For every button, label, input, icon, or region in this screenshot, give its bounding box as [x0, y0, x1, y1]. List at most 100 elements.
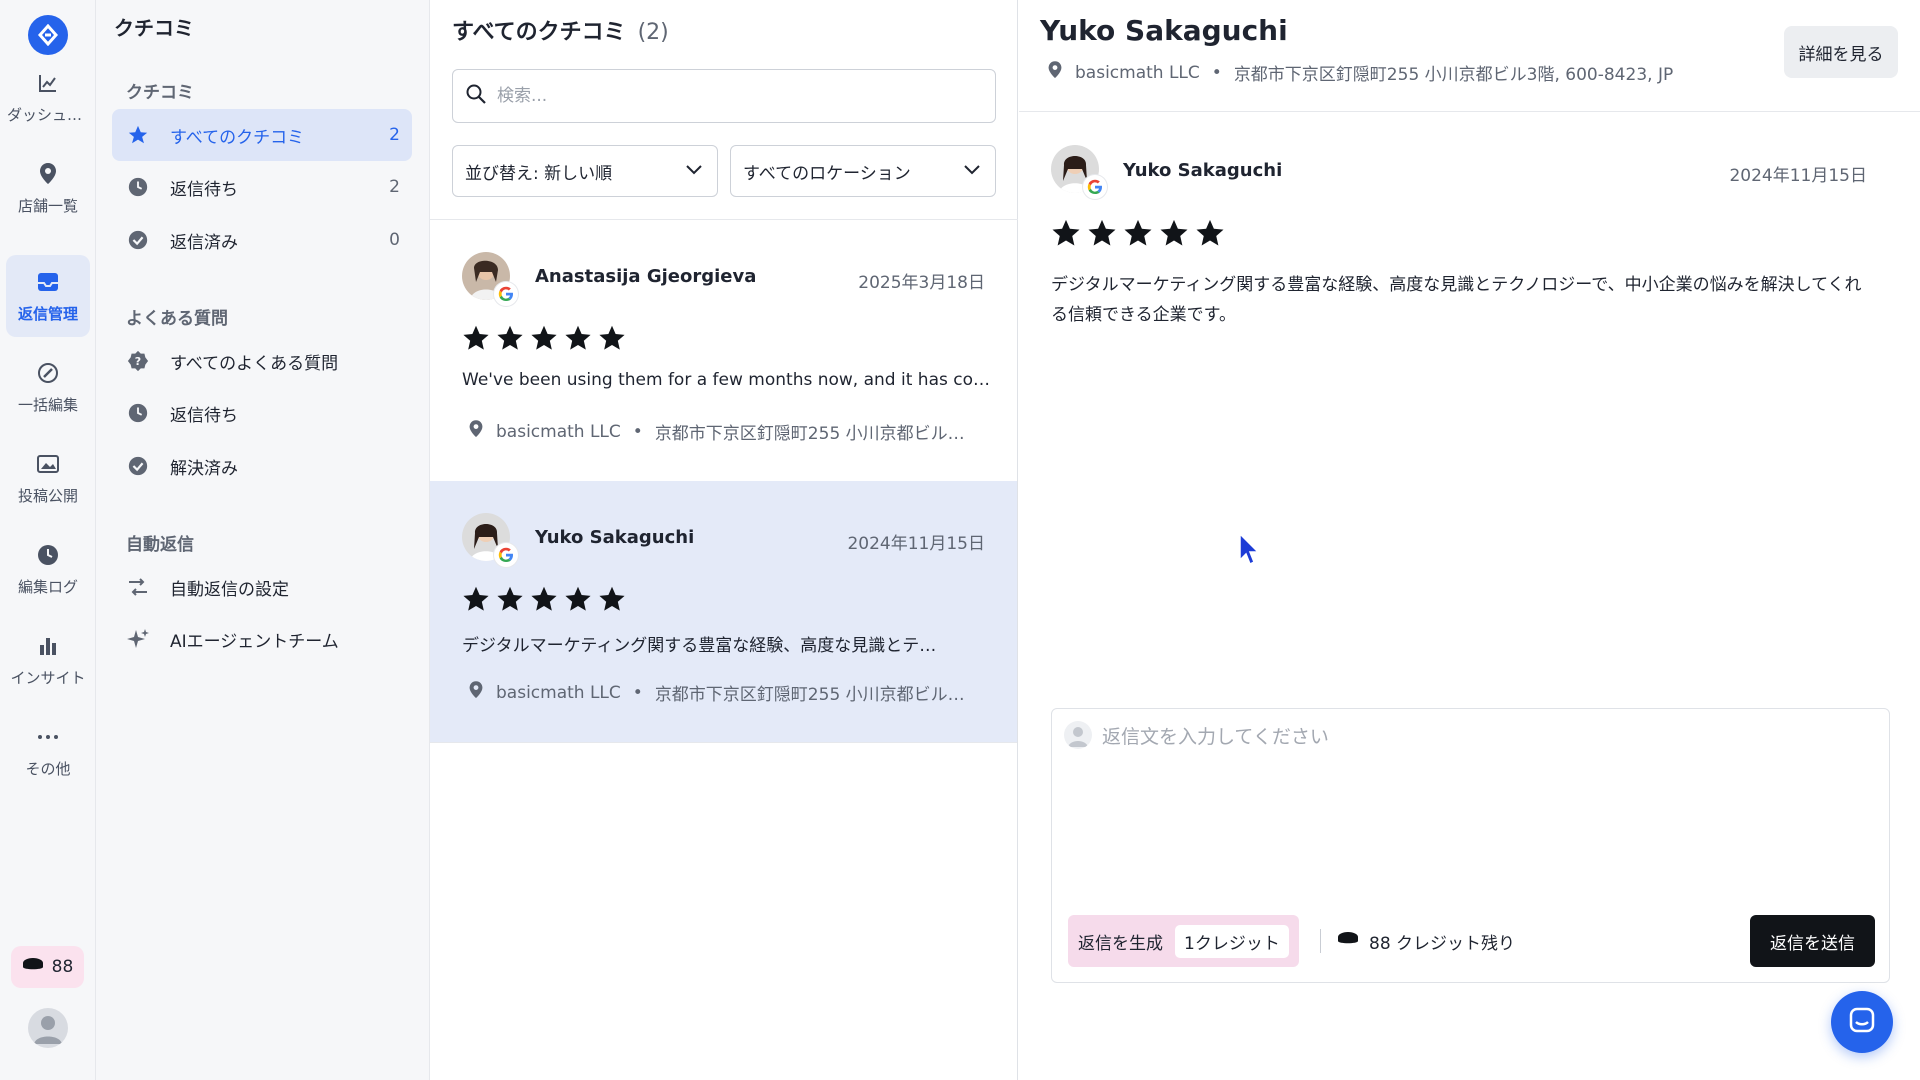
generate-reply-button[interactable]: 返信を生成 1クレジット	[1068, 915, 1299, 967]
business-name: basicmath LLC	[496, 421, 621, 442]
star-icon	[1051, 218, 1081, 252]
review-date: 2024年11月15日	[1729, 166, 1867, 186]
chevron-down-icon	[963, 161, 981, 181]
clock-icon	[35, 542, 61, 568]
location-pin-icon	[468, 419, 484, 444]
rail-item-post-publish[interactable]: 投稿公開	[6, 437, 90, 519]
list-header: すべてのクチコミ (2)	[452, 14, 669, 46]
location-pin-icon	[468, 680, 484, 705]
icon-rail: ダッシュボード 店舗一覧 返信管理 一括編集 投稿公開 編集ログ	[0, 0, 96, 1080]
star-icon	[462, 585, 490, 617]
credits-count: 88	[51, 957, 74, 977]
location-pin-icon	[35, 161, 61, 187]
rail-item-insight[interactable]: インサイト	[6, 619, 90, 701]
business-address: 京都市下京区釘隠町255 小川京都ビル…	[654, 685, 965, 705]
nav-item-label: 解決済み	[170, 458, 238, 479]
location-select[interactable]: すべてのロケーション	[730, 145, 996, 197]
rail-item-label: ダッシュボード	[7, 105, 89, 124]
detail-title: Yuko Sakaguchi	[1040, 14, 1288, 47]
sort-select-value: 並び替え: 新しい順	[465, 163, 613, 184]
chat-icon	[1847, 1005, 1877, 1039]
subnav-title: クチコミ	[114, 16, 194, 40]
svg-text:?: ?	[135, 355, 141, 368]
rail-item-more[interactable]: その他	[6, 710, 90, 792]
bulk-edit-icon	[35, 360, 61, 386]
inbox-icon	[35, 269, 61, 295]
app-logo-icon[interactable]	[28, 15, 68, 55]
nav-item-faq-resolved[interactable]: 解決済み	[112, 440, 412, 492]
star-icon	[496, 585, 524, 617]
credits-remaining: 88 クレジット残り	[1337, 929, 1515, 954]
rail-item-reply-management[interactable]: 返信管理	[6, 255, 90, 337]
detail-location: basicmath LLC • 京都市下京区釘隠町255 小川京都ビル3階, 6…	[1047, 60, 1673, 85]
nav-item-label: 返信済み	[170, 232, 238, 253]
nav-item-auto-reply-settings[interactable]: 自動返信の設定	[112, 561, 412, 613]
review-location: basicmath LLC • 京都市下京区釘隠町255 小川京都ビル…	[468, 419, 990, 444]
review-list-panel: すべてのクチコミ (2) 並び替え: 新しい順 すべてのロケーション Ana	[430, 0, 1018, 1080]
separator-dot: •	[632, 421, 643, 442]
reviewer-avatar	[462, 513, 518, 567]
google-icon	[494, 543, 518, 567]
clock-icon	[126, 175, 150, 199]
coin-icon	[1337, 931, 1359, 952]
search-box[interactable]	[452, 69, 996, 123]
view-details-button[interactable]: 詳細を見る	[1784, 26, 1898, 78]
review-card[interactable]: Anastasija Gjeorgieva 2025年3月18日 We've b…	[430, 220, 1017, 482]
list-title: すべてのクチコミ	[452, 20, 626, 45]
review-location: basicmath LLC • 京都市下京区釘隠町255 小川京都ビル…	[468, 680, 990, 705]
rail-item-label: 店舗一覧	[17, 196, 78, 215]
rail-item-stores[interactable]: 店舗一覧	[6, 147, 90, 229]
star-icon	[1195, 218, 1225, 252]
review-card[interactable]: Yuko Sakaguchi 2024年11月15日 デジタルマーケティング関す…	[430, 481, 1017, 743]
rail-item-edit-log[interactable]: 編集ログ	[6, 528, 90, 610]
reviewer-name: Yuko Sakaguchi	[1123, 160, 1283, 181]
nav-item-label: 自動返信の設定	[170, 579, 289, 600]
nav-item-label: すべてのよくある質問	[170, 353, 339, 374]
location-select-value: すべてのロケーション	[743, 163, 911, 184]
reviewer-avatar	[1051, 145, 1107, 199]
section-label-faq: よくある質問	[126, 309, 228, 329]
nav-item-all-faq[interactable]: ? すべてのよくある質問	[112, 335, 412, 387]
business-name: basicmath LLC	[496, 682, 621, 703]
reviewer-name: Yuko Sakaguchi	[535, 527, 695, 548]
location-pin-icon	[1047, 60, 1063, 85]
nav-item-ai-agent-team[interactable]: AIエージェントチーム	[112, 613, 412, 665]
rail-item-bulk-edit[interactable]: 一括編集	[6, 346, 90, 428]
nav-item-count: 2	[389, 125, 400, 145]
nav-item-count: 2	[389, 177, 400, 197]
nav-item-all-reviews[interactable]: すべてのクチコミ 2	[112, 109, 412, 161]
chat-support-button[interactable]	[1831, 991, 1893, 1053]
star-icon	[462, 324, 490, 356]
generate-reply-label: 返信を生成	[1078, 933, 1163, 954]
review-text: デジタルマーケティング関する豊富な経験、高度な見識とテクノロジーで、中小企業の悩…	[1051, 275, 1862, 325]
more-dots-icon	[35, 724, 61, 750]
chevron-down-icon	[685, 161, 703, 181]
reviewer-avatar	[462, 252, 518, 306]
separator-dot: •	[632, 682, 643, 703]
nav-item-label: 返信待ち	[170, 179, 238, 200]
question-badge-icon: ?	[126, 349, 150, 373]
rail-item-dashboard[interactable]: ダッシュボード	[6, 56, 90, 138]
sort-select[interactable]: 並び替え: 新しい順	[452, 145, 718, 197]
list-count: (2)	[637, 20, 669, 45]
reply-composer: 返信を生成 1クレジット 88 クレジット残り 返信を送信	[1051, 708, 1890, 983]
review-date: 2025年3月18日	[858, 273, 985, 293]
separator-dot: •	[1211, 62, 1222, 83]
star-icon	[564, 324, 592, 356]
rail-item-label: その他	[25, 759, 71, 778]
credits-badge[interactable]: 88	[11, 946, 84, 988]
auto-reply-icon	[126, 575, 150, 599]
star-icon	[530, 324, 558, 356]
google-icon	[1083, 175, 1107, 199]
nav-item-faq-awaiting[interactable]: 返信待ち	[112, 387, 412, 439]
nav-item-awaiting-reply[interactable]: 返信待ち 2	[112, 161, 412, 213]
star-icon	[1123, 218, 1153, 252]
business-address: 京都市下京区釘隠町255 小川京都ビル3階, 600-8423, JP	[1233, 65, 1674, 85]
reply-input[interactable]	[1102, 717, 1872, 757]
reviewer-name: Anastasija Gjeorgieva	[535, 266, 757, 287]
send-reply-button[interactable]: 返信を送信	[1750, 915, 1875, 967]
user-avatar[interactable]	[28, 1008, 68, 1048]
nav-item-replied[interactable]: 返信済み 0	[112, 214, 412, 266]
star-rating	[1051, 218, 1225, 252]
search-input[interactable]	[497, 86, 995, 106]
